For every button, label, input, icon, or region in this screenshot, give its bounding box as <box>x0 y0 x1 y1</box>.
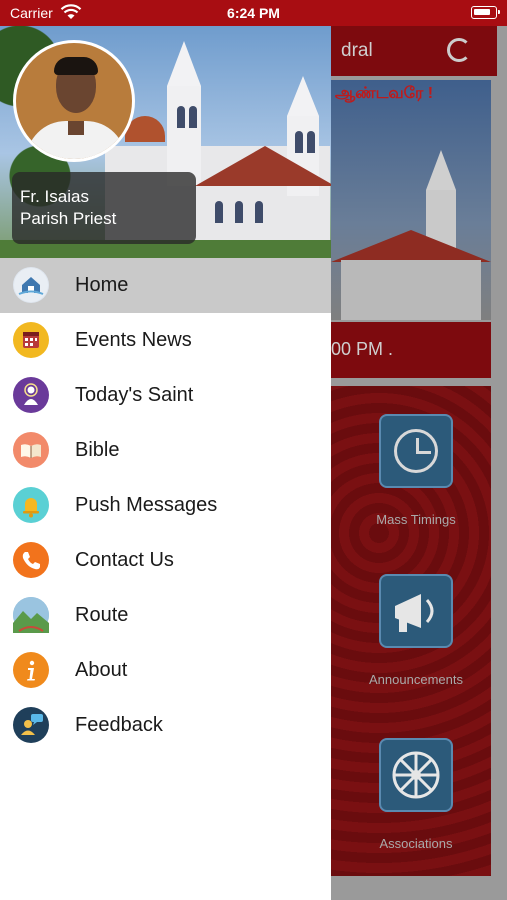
tile-label: Associations <box>379 836 453 851</box>
menu-item-contact-us[interactable]: Contact Us <box>0 533 331 588</box>
bell-icon <box>13 487 49 523</box>
tile-label: Announcements <box>369 672 463 687</box>
drawer-header: Fr. Isaias Parish Priest <box>0 26 331 258</box>
profile-card: Fr. Isaias Parish Priest <box>12 172 196 244</box>
info-icon <box>13 652 49 688</box>
tile-label: Mass Timings <box>376 512 456 527</box>
calendar-icon <box>13 322 49 358</box>
clock-time: 6:24 PM <box>227 5 280 21</box>
bible-icon <box>13 432 49 468</box>
background-marquee: 00 PM . <box>331 322 491 378</box>
menu-label: Events News <box>75 329 192 351</box>
menu-label: Contact Us <box>75 549 174 571</box>
menu-item-todays-saint[interactable]: Today's Saint <box>0 368 331 423</box>
profile-name: Fr. Isaias <box>20 187 89 206</box>
menu-item-about[interactable]: About <box>0 643 331 698</box>
menu-label: Today's Saint <box>75 384 194 406</box>
avatar[interactable] <box>13 40 135 162</box>
church-image <box>331 150 491 320</box>
menu-item-push-messages[interactable]: Push Messages <box>0 478 331 533</box>
map-icon <box>13 597 49 633</box>
megaphone-icon <box>379 574 453 648</box>
banner-text: ஆண்டவரே ! <box>335 85 434 102</box>
drawer-menu: Home Events News Today's Saint Bible Pus… <box>0 258 331 753</box>
menu-item-bible[interactable]: Bible <box>0 423 331 478</box>
background-title: dral <box>341 40 373 61</box>
menu-item-feedback[interactable]: Feedback <box>0 698 331 753</box>
status-bar: Carrier 6:24 PM <box>0 0 507 26</box>
menu-item-route[interactable]: Route <box>0 588 331 643</box>
tile-announcements[interactable]: Announcements <box>341 574 491 687</box>
menu-label: Feedback <box>75 714 163 736</box>
battery-icon <box>471 6 500 19</box>
clock-icon <box>379 414 453 488</box>
menu-item-home[interactable]: Home <box>0 258 331 313</box>
profile-role: Parish Priest <box>20 209 117 228</box>
menu-label: Route <box>75 604 129 626</box>
navigation-drawer: Fr. Isaias Parish Priest Home Events New… <box>0 26 331 900</box>
home-icon <box>13 267 49 303</box>
tile-associations[interactable]: Associations <box>341 738 491 851</box>
saint-icon <box>13 377 49 413</box>
marquee-text: 00 PM . <box>331 339 394 359</box>
menu-item-events-news[interactable]: Events News <box>0 313 331 368</box>
menu-label: Home <box>75 274 129 296</box>
phone-icon <box>13 542 49 578</box>
wheel-icon <box>379 738 453 812</box>
background-banner: ஆண்டவரே ! <box>331 80 491 320</box>
menu-label: Bible <box>75 439 120 461</box>
tile-mass-timings[interactable]: Mass Timings <box>341 414 491 527</box>
menu-label: About <box>75 659 128 681</box>
background-header: dral <box>331 26 497 76</box>
refresh-icon[interactable] <box>447 38 471 62</box>
menu-label: Push Messages <box>75 494 218 516</box>
feedback-icon <box>13 707 49 743</box>
background-grid: Mass Timings Announcements Associations <box>331 386 491 876</box>
